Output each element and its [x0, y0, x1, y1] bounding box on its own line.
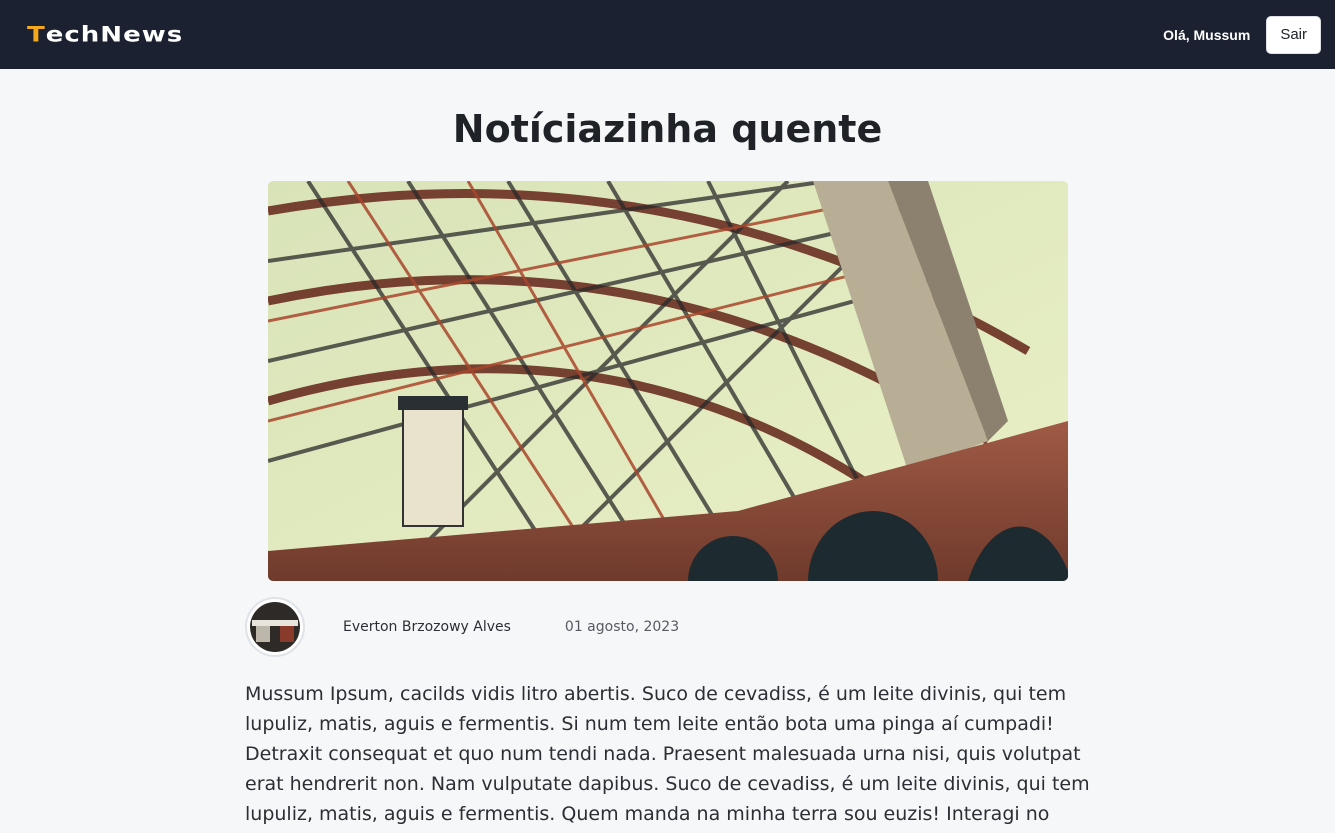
nav-right: Olá, Mussum Sair	[1163, 15, 1321, 54]
logo-accent-letter: T	[27, 22, 46, 47]
navbar: TechNews Olá, Mussum Sair	[0, 0, 1335, 69]
article-hero-image	[267, 181, 1068, 581]
technews-logo[interactable]: TechNews	[27, 22, 183, 47]
logout-button[interactable]: Sair	[1266, 15, 1321, 54]
article-body: Mussum Ipsum, cacilds vidis litro aberti…	[245, 683, 1090, 825]
logo-text: echNews	[45, 22, 184, 47]
article-title: Notíciazinha quente	[452, 107, 883, 151]
user-greeting: Olá, Mussum	[1163, 26, 1251, 43]
author-name: Everton Brzozowy Alves	[343, 619, 511, 635]
publish-date: 01 agosto, 2023	[564, 619, 680, 635]
author-avatar	[245, 597, 305, 657]
article: Notíciazinha quente Everton Brzozowy Alv…	[0, 104, 1335, 833]
article-meta: Everton Brzozowy Alves 01 agosto, 2023	[245, 597, 1090, 657]
